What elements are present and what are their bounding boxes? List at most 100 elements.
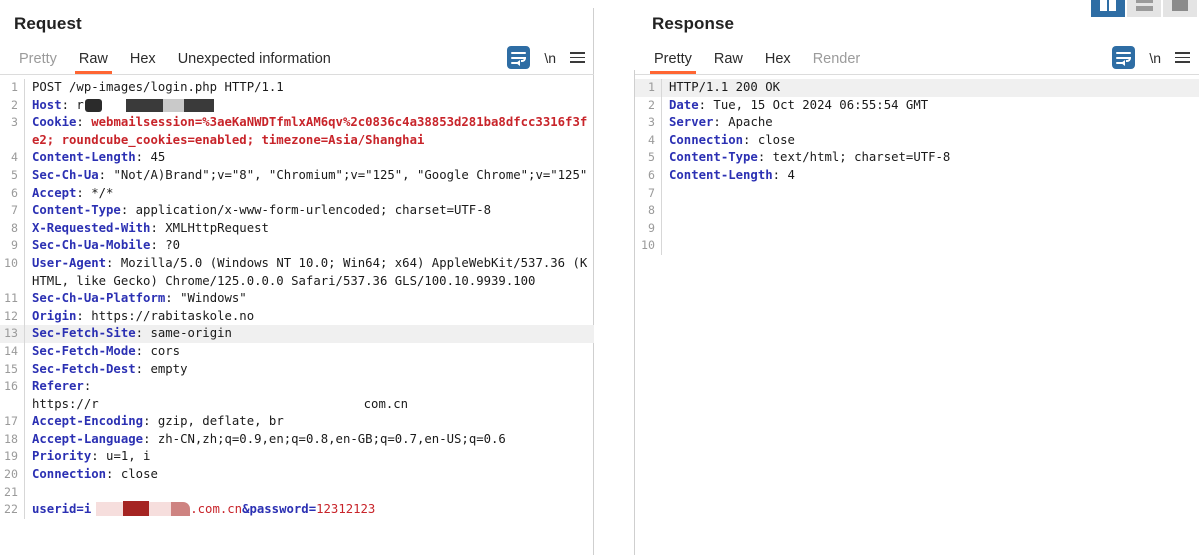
line-number: 22 (0, 501, 24, 519)
code-line: 6 Content-Length: 4 (635, 167, 1199, 185)
line-number: 12 (0, 308, 24, 326)
referer-value-right: com.cn (364, 397, 408, 411)
line-content: Cookie: webmailsession=%3aeKaNWDTfmlxAM6… (24, 114, 594, 149)
tab-response-render[interactable]: Render (802, 48, 872, 74)
tab-request-pretty[interactable]: Pretty (8, 48, 68, 74)
header-colon: : (699, 98, 706, 112)
header-value: application/x-www-form-urlencoded; chars… (128, 203, 491, 217)
line-content: Content-Type: text/html; charset=UTF-8 (661, 149, 1199, 167)
line-number: 17 (0, 413, 24, 431)
line-number: 6 (635, 167, 661, 185)
word-wrap-button[interactable] (507, 46, 530, 69)
line-number: 8 (0, 220, 24, 238)
line-number: 1 (635, 79, 661, 97)
line-content: Origin: https://rabitaskole.no (24, 308, 594, 326)
redaction-block (126, 99, 163, 112)
body-param-userid: userid=i (32, 502, 91, 516)
line-content: Referer:https://rcom.cn (24, 378, 594, 413)
code-line: 1 POST /wp-images/login.php HTTP/1.1 (0, 79, 594, 97)
line-content: Sec-Ch-Ua-Mobile: ?0 (24, 237, 594, 255)
code-line: 9 Sec-Ch-Ua-Mobile: ?0 (0, 237, 594, 255)
word-wrap-button[interactable] (1112, 46, 1135, 69)
header-name: Server (669, 115, 713, 129)
header-name: X-Requested-With (32, 221, 150, 235)
line-number: 5 (0, 167, 24, 185)
line-content: Host: r (24, 97, 594, 115)
header-name: Priority (32, 449, 91, 463)
request-method-line: POST /wp-images/login.php HTTP/1.1 (32, 80, 284, 94)
line-content (661, 237, 1199, 255)
code-line: 7 (635, 185, 1199, 203)
response-tool-icons: \n (1112, 46, 1199, 74)
header-colon: : (773, 168, 780, 182)
tab-request-hex[interactable]: Hex (119, 48, 167, 74)
newline-button[interactable]: \n (1149, 51, 1161, 65)
tab-request-unexpected-information[interactable]: Unexpected information (167, 48, 342, 74)
hamburger-menu-icon[interactable] (570, 52, 585, 63)
code-line: 16 Referer:https://rcom.cn (0, 378, 594, 413)
tab-response-hex[interactable]: Hex (754, 48, 802, 74)
line-content: X-Requested-With: XMLHttpRequest (24, 220, 594, 238)
header-value: text/html; charset=UTF-8 (765, 150, 950, 164)
redaction-block (96, 502, 123, 516)
header-name: Sec-Ch-Ua-Platform (32, 291, 165, 305)
tab-response-raw[interactable]: Raw (703, 48, 754, 74)
line-content: POST /wp-images/login.php HTTP/1.1 (24, 79, 594, 97)
newline-button[interactable]: \n (544, 51, 556, 65)
code-line: 15 Sec-Fetch-Dest: empty (0, 361, 594, 379)
tab-request-raw[interactable]: Raw (68, 48, 119, 74)
line-content (661, 202, 1199, 220)
code-line: 3 Cookie: webmailsession=%3aeKaNWDTfmlxA… (0, 114, 594, 149)
response-code-area[interactable]: 1 HTTP/1.1 200 OK 2 Date: Tue, 15 Oct 20… (635, 75, 1199, 555)
code-line: 1 HTTP/1.1 200 OK (635, 79, 1199, 97)
header-name: Sec-Fetch-Site (32, 326, 136, 340)
header-value: gzip, deflate, br (150, 414, 283, 428)
hamburger-menu-icon[interactable] (1175, 52, 1190, 63)
header-colon: : (136, 150, 143, 164)
header-value: webmailsession=%3aeKaNWDTfmlxAM6qv%2c083… (32, 115, 587, 147)
redaction-block (184, 99, 214, 112)
line-number: 13 (0, 325, 24, 343)
header-colon: : (150, 238, 157, 252)
header-name: Accept-Language (32, 432, 143, 446)
line-number: 7 (0, 202, 24, 220)
code-line: 5 Sec-Ch-Ua: "Not/A)Brand";v="8", "Chrom… (0, 167, 594, 185)
line-number: 6 (0, 185, 24, 203)
line-number: 9 (0, 237, 24, 255)
response-panel: Response Pretty Raw Hex Render \n 1 HTT (635, 0, 1199, 555)
header-name: Accept (32, 186, 76, 200)
header-colon: : (136, 362, 143, 376)
header-name: Sec-Ch-Ua-Mobile (32, 238, 150, 252)
code-line: 12 Origin: https://rabitaskole.no (0, 308, 594, 326)
header-name: Host (32, 98, 62, 112)
line-number: 10 (635, 237, 661, 255)
line-content: Priority: u=1, i (24, 448, 594, 466)
header-value: Mozilla/5.0 (Windows NT 10.0; Win64; x64… (32, 256, 587, 288)
header-colon: : (84, 379, 91, 393)
header-colon: : (76, 115, 83, 129)
code-line: 9 (635, 220, 1199, 238)
tab-response-pretty[interactable]: Pretty (643, 48, 703, 74)
line-content: Sec-Ch-Ua: "Not/A)Brand";v="8", "Chromiu… (24, 167, 594, 185)
line-number: 2 (635, 97, 661, 115)
line-content (661, 185, 1199, 203)
header-value: 45 (143, 150, 165, 164)
header-colon: : (76, 309, 83, 323)
request-code-area[interactable]: 1 POST /wp-images/login.php HTTP/1.1 2 H… (0, 75, 594, 555)
header-colon: : (136, 344, 143, 358)
header-name: Connection (32, 467, 106, 481)
line-number: 3 (635, 114, 661, 132)
body-param-password-value: 12312123 (316, 502, 375, 516)
code-line: 14 Sec-Fetch-Mode: cors (0, 343, 594, 361)
code-line: 19 Priority: u=1, i (0, 448, 594, 466)
request-title: Request (0, 0, 594, 34)
code-line: 7 Content-Type: application/x-www-form-u… (0, 202, 594, 220)
line-number: 21 (0, 484, 24, 502)
header-value: zh-CN,zh;q=0.9,en;q=0.8,en-GB;q=0.7,en-U… (150, 432, 505, 446)
redaction-block (163, 99, 184, 112)
header-colon: : (713, 115, 720, 129)
header-value: "Not/A)Brand";v="8", "Chromium";v="125",… (106, 168, 587, 182)
line-number: 4 (635, 132, 661, 150)
request-tool-icons: \n (507, 46, 594, 74)
code-line: 2 Date: Tue, 15 Oct 2024 06:55:54 GMT (635, 97, 1199, 115)
